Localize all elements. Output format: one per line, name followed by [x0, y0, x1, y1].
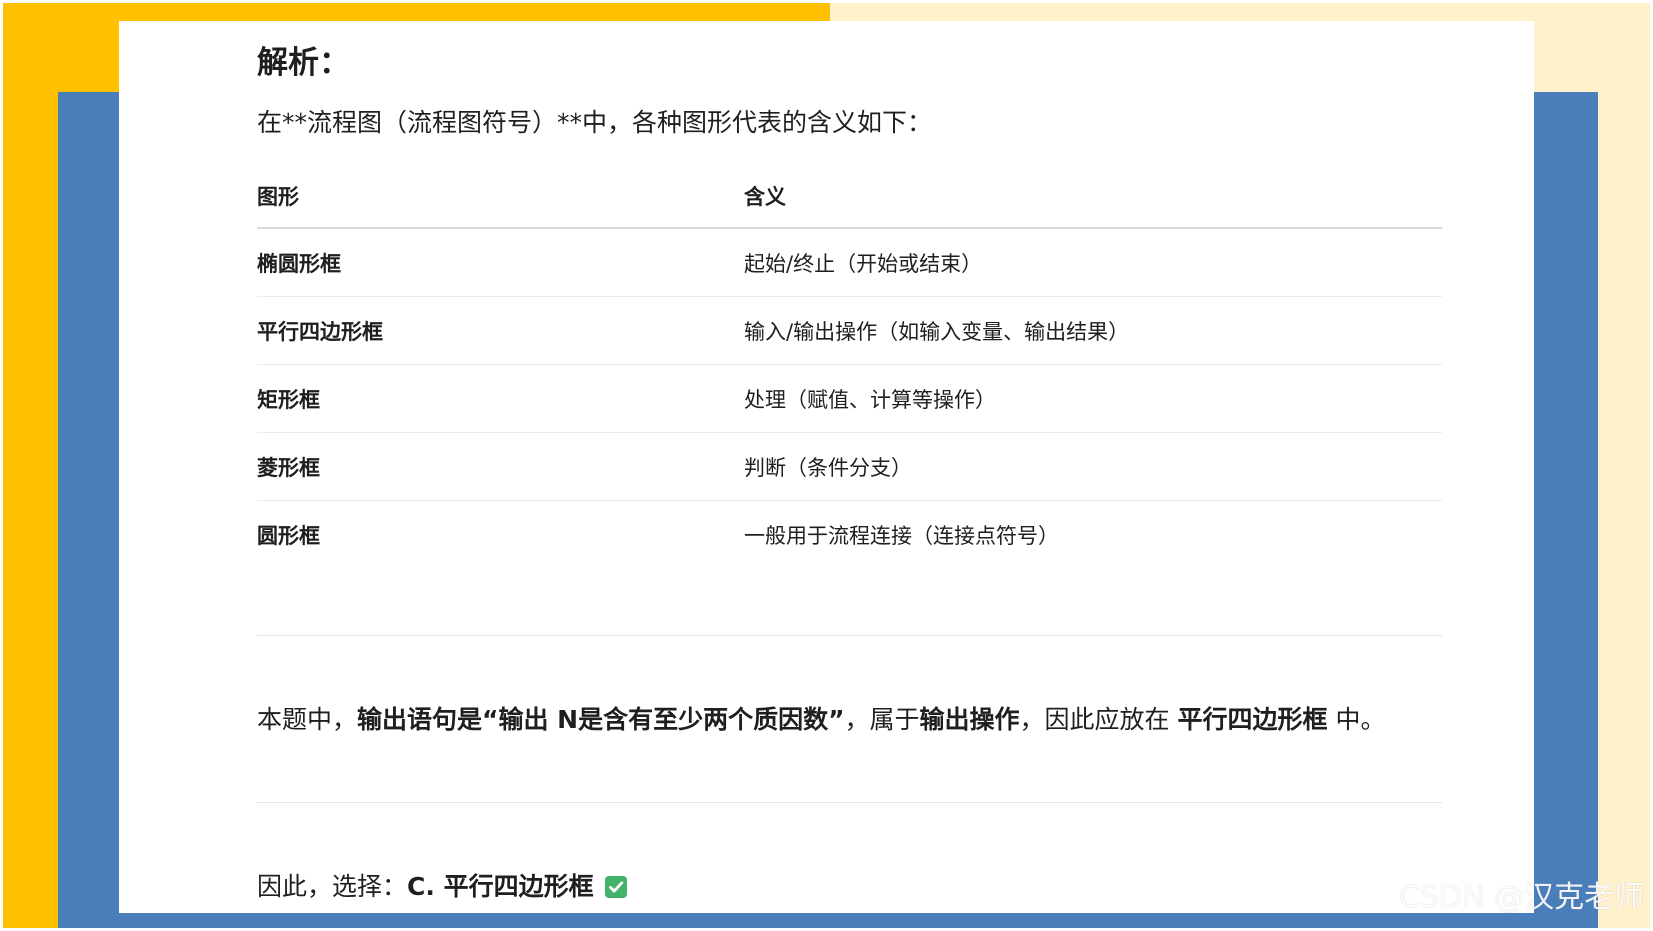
- table-row: 椭圆形框 起始/终止（开始或结束）: [257, 228, 1442, 297]
- answer-line: 因此，选择：C. 平行四边形框: [257, 869, 628, 905]
- conclusion-text: 中。: [1327, 705, 1386, 734]
- conclusion-emphasis: 平行四边形框: [1177, 705, 1328, 734]
- section-divider: [257, 802, 1442, 803]
- analysis-intro: 在**流程图（流程图符号）**中，各种图形代表的含义如下：: [257, 108, 933, 137]
- meaning-cell: 一般用于流程连接（连接点符号）: [744, 523, 1059, 548]
- section-divider: [257, 635, 1442, 636]
- table-header-shape: 图形: [257, 165, 744, 229]
- meaning-cell: 判断（条件分支）: [744, 432, 1442, 501]
- shape-cell: 椭圆形框: [257, 228, 744, 297]
- table-row: 矩形框 处理（赋值、计算等操作）: [257, 364, 1442, 433]
- shape-cell: 矩形框: [257, 364, 744, 433]
- slide-content-card: 解析： 在**流程图（流程图符号）**中，各种图形代表的含义如下： 图形 含义 …: [119, 21, 1534, 913]
- conclusion-text: ，属于: [844, 705, 920, 734]
- answer-prefix: 因此，选择：: [257, 872, 408, 901]
- table-row: 菱形框 判断（条件分支）: [257, 432, 1442, 501]
- shape-cell: 菱形框: [257, 432, 744, 501]
- conclusion-emphasis: 输出语句是“输出 N是含有至少两个质因数”: [357, 705, 845, 734]
- analysis-heading: 解析：: [257, 45, 350, 81]
- answer-choice: C. 平行四边形框: [407, 872, 594, 901]
- conclusion-text: 本题中，: [257, 705, 358, 734]
- flowchart-symbol-table: 图形 含义 椭圆形框 起始/终止（开始或结束） 平行四边形框 输入/输出操作（如…: [257, 165, 1442, 568]
- watermark: CSDN @汉克老师: [1399, 880, 1645, 915]
- meaning-cell: 处理（赋值、计算等操作）: [744, 364, 1442, 433]
- table-row: 平行四边形框 输入/输出操作（如输入变量、输出结果）: [257, 296, 1442, 365]
- table-header-row: 图形 含义: [257, 165, 1442, 229]
- conclusion-text: ，因此应放在: [1019, 705, 1178, 734]
- conclusion-paragraph: 本题中，输出语句是“输出 N是含有至少两个质因数”，属于输出操作，因此应放在 平…: [257, 702, 1385, 738]
- table-header-meaning: 含义: [744, 165, 1442, 229]
- meaning-cell: 输入/输出操作（如输入变量、输出结果）: [744, 296, 1442, 365]
- shape-cell: 平行四边形框: [257, 296, 744, 365]
- conclusion-emphasis: 输出操作: [919, 705, 1020, 734]
- shape-cell: 圆形框: [257, 523, 320, 548]
- table-row: 圆形框 一般用于流程连接（连接点符号）: [257, 501, 1442, 569]
- meaning-cell: 起始/终止（开始或结束）: [744, 228, 1442, 297]
- check-mark-icon: [604, 873, 628, 898]
